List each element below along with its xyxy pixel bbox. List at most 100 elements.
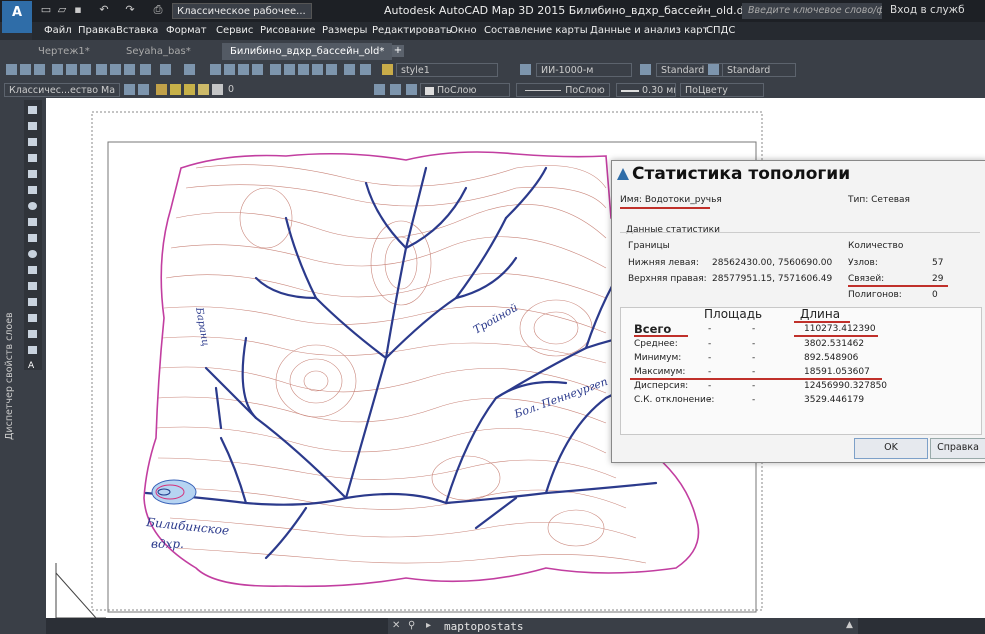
rectangle-icon[interactable] [28, 170, 37, 178]
mleader-style-icon [708, 64, 719, 75]
construction-line-icon[interactable] [28, 122, 37, 130]
preview-icon[interactable] [66, 64, 77, 75]
plot-icon[interactable]: ⎙ [152, 4, 164, 16]
layer-color-icon[interactable] [212, 84, 223, 95]
layer-previous-icon[interactable] [390, 84, 401, 95]
upper-right-value: 28577951.15, 7571606.49 [712, 274, 833, 284]
redo-icon[interactable]: ↷ [124, 4, 136, 16]
print-icon[interactable] [52, 64, 63, 75]
tab-drawing1[interactable]: Чертеж1* [30, 43, 98, 60]
menu-dimension[interactable]: Размеры [322, 25, 367, 36]
menu-modify[interactable]: Редактировать [372, 25, 452, 36]
markup-icon[interactable] [326, 64, 337, 75]
menu-spds[interactable]: СПДС [706, 25, 735, 36]
properties-icon[interactable] [270, 64, 281, 75]
zoom-previous-icon[interactable] [252, 64, 263, 75]
autocad-logo-icon [617, 168, 629, 180]
tool-palette-icon[interactable] [298, 64, 309, 75]
menu-window[interactable]: Окно [450, 25, 477, 36]
paste-icon[interactable] [124, 64, 135, 75]
undo-toolbar-icon[interactable] [160, 64, 171, 75]
links-label: Связей: [848, 274, 885, 284]
lower-left-value: 28562430.00, 7560690.00 [712, 258, 833, 268]
workspace-dropdown[interactable]: Классическое рабочее... [172, 3, 312, 19]
menu-map-analysis[interactable]: Данные и анализ карт [590, 25, 708, 36]
dim-style-dropdown[interactable]: ИИ-1000-м [536, 63, 632, 77]
open-icon[interactable] [20, 64, 31, 75]
new-icon[interactable] [6, 64, 17, 75]
menu-draw[interactable]: Рисование [260, 25, 315, 36]
command-line[interactable]: ✕ ⚲ ▸ maptopostats ▲ [388, 618, 858, 634]
menu-map-setup[interactable]: Составление карты [484, 25, 588, 36]
copy-icon[interactable] [110, 64, 121, 75]
layer-manager-tab[interactable]: Диспетчер свойств слоев [4, 312, 18, 550]
gradient-icon[interactable] [28, 330, 37, 338]
publish-icon[interactable] [80, 64, 91, 75]
workspace-short-dropdown[interactable]: Классичес...ество Ма [4, 83, 120, 97]
mleader-style-dropdown[interactable]: Standard [722, 63, 796, 77]
arc-icon[interactable] [28, 186, 37, 194]
ok-button[interactable]: OK [854, 438, 928, 459]
match-properties-icon[interactable] [140, 64, 151, 75]
circle-icon[interactable] [28, 202, 37, 210]
layer-properties-icon[interactable] [138, 84, 149, 95]
sheet-set-icon[interactable] [312, 64, 323, 75]
zoom-icon[interactable] [224, 64, 235, 75]
help-icon[interactable] [360, 64, 371, 75]
sign-in-button[interactable]: Вход в служб [890, 4, 965, 16]
design-center-icon[interactable] [284, 64, 295, 75]
point-icon[interactable] [28, 298, 37, 306]
menu-format[interactable]: Формат [166, 25, 207, 36]
undo-icon[interactable]: ↶ [98, 4, 110, 16]
text-tool-icon[interactable]: A [28, 362, 37, 371]
ellipse-icon[interactable] [28, 250, 37, 258]
zoom-window-icon[interactable] [238, 64, 249, 75]
sun-icon[interactable] [184, 84, 195, 95]
insert-block-icon[interactable] [28, 266, 37, 274]
hatch-icon[interactable] [28, 314, 37, 322]
save-icon[interactable]: ▪ [72, 4, 84, 16]
text-style-dropdown[interactable]: style1 [396, 63, 498, 77]
layer-match-icon[interactable] [406, 84, 417, 95]
save-toolbar-icon[interactable] [34, 64, 45, 75]
nodes-value: 57 [932, 258, 944, 268]
application-menu-button[interactable]: A [2, 1, 32, 33]
make-current-icon[interactable] [374, 84, 385, 95]
line-tool-icon[interactable] [28, 106, 37, 114]
polygon-icon[interactable] [28, 154, 37, 162]
open-file-icon[interactable]: ▱ [56, 4, 68, 16]
gear-icon[interactable] [124, 84, 135, 95]
table-icon[interactable] [28, 346, 37, 354]
new-file-icon[interactable]: ▭ [40, 4, 52, 16]
chevron-up-icon[interactable]: ▲ [846, 620, 853, 630]
layer-dropdown[interactable]: 0 [224, 83, 366, 97]
plotstyle-dropdown[interactable]: ПоЦвету [680, 83, 764, 97]
row-min-length: 892.548906 [804, 353, 859, 363]
redo-toolbar-icon[interactable] [184, 64, 195, 75]
lightbulb-icon[interactable] [170, 84, 181, 95]
menu-insert[interactable]: Вставка [116, 25, 158, 36]
cut-icon[interactable] [96, 64, 107, 75]
close-icon[interactable]: ✕ [392, 620, 400, 631]
lineweight-dropdown[interactable]: 0.30 мм [616, 83, 676, 97]
calculator-icon[interactable] [344, 64, 355, 75]
lock-icon[interactable] [198, 84, 209, 95]
help-button[interactable]: Справка [930, 438, 985, 459]
color-dropdown[interactable]: ПоСлою [420, 83, 510, 97]
linetype-dropdown[interactable]: ПоСлою [516, 83, 610, 97]
menu-file[interactable]: Файл [44, 25, 72, 36]
layer-state-icon[interactable] [156, 84, 167, 95]
make-block-icon[interactable] [28, 282, 37, 290]
menu-edit[interactable]: Правка [78, 25, 116, 36]
underline-total-length [794, 335, 878, 337]
new-tab-icon[interactable]: + [392, 45, 404, 57]
pan-icon[interactable] [210, 64, 221, 75]
spline-icon[interactable] [28, 234, 37, 242]
search-input[interactable]: Введите ключевое слово/фразу [742, 3, 882, 19]
polyline-icon[interactable] [28, 138, 37, 146]
menu-tools[interactable]: Сервис [216, 25, 253, 36]
tab-bilibino[interactable]: Билибино_вдхр_бассейн_old* [222, 43, 393, 60]
tab-seyaha[interactable]: Seyaha_bas* [118, 43, 199, 60]
revcloud-icon[interactable] [28, 218, 37, 226]
wrench-icon[interactable]: ⚲ [408, 620, 415, 631]
